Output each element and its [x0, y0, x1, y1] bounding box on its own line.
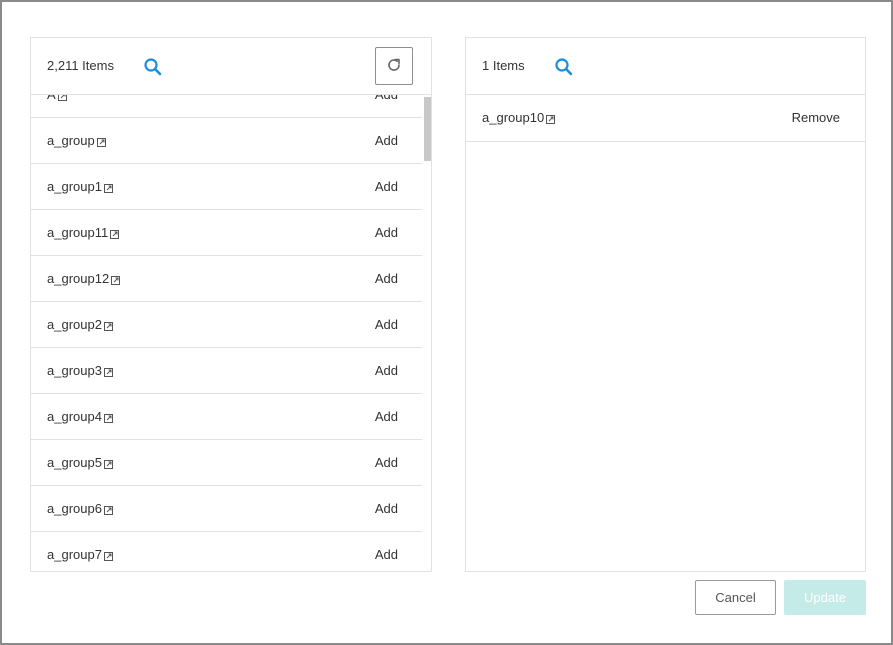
item-name[interactable]: a_group3 [47, 364, 113, 378]
add-button[interactable]: Add [375, 548, 398, 562]
add-button[interactable]: Add [375, 226, 398, 240]
add-button[interactable]: Add [375, 180, 398, 194]
refresh-icon [385, 56, 403, 77]
item-name[interactable]: a_group5 [47, 456, 113, 470]
list-item: a_group6 Add [31, 486, 422, 532]
item-name[interactable]: a_group10 [482, 110, 556, 125]
list-item: a_group10 Remove [466, 95, 865, 142]
scrollbar-thumb[interactable] [424, 97, 431, 161]
list-item: a_group12 Add [31, 256, 422, 302]
item-name-label: a_group2 [47, 317, 102, 332]
search-icon[interactable] [553, 56, 575, 78]
item-name-label: a_group6 [47, 501, 102, 516]
item-name-label: A [47, 95, 56, 102]
item-name[interactable]: a_group4 [47, 410, 113, 424]
available-items-list[interactable]: AAdda_groupAdda_group1Adda_group11Adda_g… [31, 95, 431, 571]
item-name[interactable]: a_group7 [47, 548, 113, 562]
item-name-label: a_group12 [47, 271, 110, 286]
external-link-icon[interactable] [546, 113, 556, 124]
item-name[interactable]: a_group11 [47, 225, 120, 240]
scrollbar[interactable] [422, 95, 431, 571]
available-items-panel: 2,211 Items AAdda_groupAdda_group1Adda_g… [30, 37, 432, 572]
selected-items-panel: 1 Items a_group10 Remove [465, 37, 866, 572]
add-button[interactable]: Add [375, 272, 398, 286]
external-link-icon[interactable] [103, 366, 113, 377]
external-link-icon[interactable] [57, 95, 67, 101]
search-icon[interactable] [142, 56, 164, 78]
add-button[interactable]: Add [375, 456, 398, 470]
external-link-icon[interactable] [111, 274, 121, 285]
item-name-label: a_group3 [47, 363, 102, 378]
external-link-icon[interactable] [103, 182, 113, 193]
selected-items-count: 1 Items [482, 58, 525, 73]
dialog-frame: 2,211 Items AAdda_groupAdda_group1Adda_g… [0, 0, 893, 645]
item-name[interactable]: a_group [47, 134, 106, 148]
selected-panel-header: 1 Items [466, 38, 865, 95]
item-name-label: a_group5 [47, 455, 102, 470]
item-name[interactable]: a_group6 [47, 502, 113, 516]
list-item: a_group3 Add [31, 348, 422, 394]
item-name-label: a_group11 [47, 225, 109, 240]
list-item: a_group11 Add [31, 210, 422, 256]
add-button[interactable]: Add [375, 318, 398, 332]
item-name-label: a_group10 [482, 110, 545, 125]
selected-items-list: a_group10 Remove [466, 95, 865, 142]
external-link-icon[interactable] [103, 412, 113, 423]
add-button[interactable]: Add [375, 95, 398, 102]
add-button[interactable]: Add [375, 134, 398, 148]
item-name[interactable]: a_group2 [47, 318, 113, 332]
list-item: A Add [31, 95, 422, 118]
item-name-label: a_group7 [47, 547, 102, 562]
list-item: a_group4 Add [31, 394, 422, 440]
external-link-icon[interactable] [103, 320, 113, 331]
add-button[interactable]: Add [375, 364, 398, 378]
external-link-icon[interactable] [110, 228, 120, 239]
add-button[interactable]: Add [375, 502, 398, 516]
list-item: a_group Add [31, 118, 422, 164]
available-panel-header: 2,211 Items [31, 38, 431, 95]
add-button[interactable]: Add [375, 410, 398, 424]
external-link-icon[interactable] [103, 550, 113, 561]
external-link-icon[interactable] [103, 458, 113, 469]
list-item: a_group1 Add [31, 164, 422, 210]
item-name-label: a_group4 [47, 409, 102, 424]
item-name-label: a_group [47, 133, 95, 148]
external-link-icon[interactable] [96, 136, 106, 147]
remove-button[interactable]: Remove [792, 111, 840, 125]
available-items-count: 2,211 Items [47, 58, 114, 73]
list-item: a_group2 Add [31, 302, 422, 348]
item-name[interactable]: a_group1 [47, 180, 113, 194]
cancel-button[interactable]: Cancel [695, 580, 776, 615]
item-name[interactable]: a_group12 [47, 271, 121, 286]
item-name[interactable]: A [47, 95, 67, 102]
external-link-icon[interactable] [103, 504, 113, 515]
list-item: a_group7 Add [31, 532, 422, 571]
list-item: a_group5 Add [31, 440, 422, 486]
update-button[interactable]: Update [784, 580, 866, 615]
item-name-label: a_group1 [47, 179, 102, 194]
refresh-button[interactable] [375, 47, 413, 85]
